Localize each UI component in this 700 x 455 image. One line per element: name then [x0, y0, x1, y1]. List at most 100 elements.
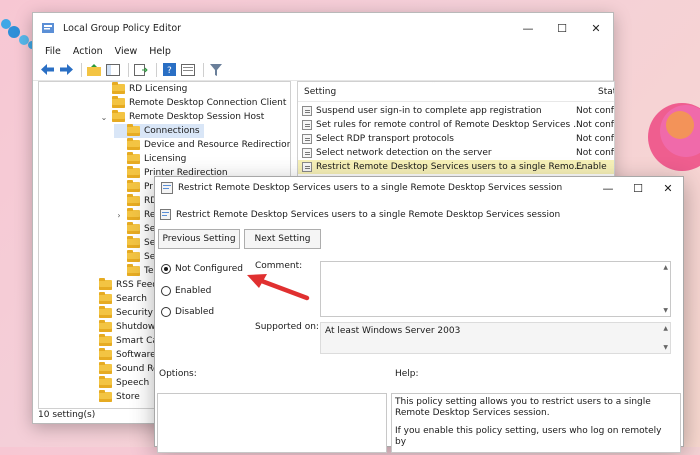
- folder-icon: [99, 348, 112, 360]
- folder-icon: [127, 250, 140, 262]
- column-header-setting[interactable]: Setting: [304, 87, 336, 97]
- menubar: File Action View Help: [33, 43, 613, 59]
- minimize-button[interactable]: —: [511, 13, 545, 43]
- folder-icon: [127, 180, 140, 192]
- list-row[interactable]: Select RDP transport protocols Not confi: [298, 132, 614, 146]
- menu-view[interactable]: View: [109, 46, 144, 57]
- forward-arrow-icon[interactable]: [58, 62, 74, 78]
- window-title: Local Group Policy Editor: [63, 22, 182, 34]
- tree-item-rd-licensing[interactable]: RD Licensing: [99, 82, 187, 96]
- tree-item-speech[interactable]: Speech: [86, 376, 149, 390]
- watermark-text: TheWindowsClub: [177, 422, 272, 435]
- export-list-icon[interactable]: [133, 62, 149, 78]
- list-row[interactable]: Set rules for remote control of Remote D…: [298, 118, 614, 132]
- column-header-state[interactable]: State: [598, 87, 614, 97]
- folder-icon: [99, 390, 112, 402]
- toolbar: ?: [33, 59, 613, 81]
- dialog-close-button[interactable]: ✕: [653, 177, 683, 199]
- show-tree-icon[interactable]: [105, 62, 121, 78]
- policy-header-icon: [160, 209, 171, 220]
- previous-setting-button[interactable]: Previous Setting: [158, 229, 240, 249]
- menu-file[interactable]: File: [39, 46, 67, 57]
- chevron-down-icon[interactable]: ⌄: [99, 113, 109, 122]
- tree-item-connections[interactable]: Connections: [114, 124, 204, 138]
- radio-enabled[interactable]: Enabled: [161, 286, 211, 296]
- tree-item-rd[interactable]: RD: [114, 194, 157, 208]
- radio-disabled[interactable]: Disabled: [161, 307, 214, 317]
- titlebar: Local Group Policy Editor — ☐ ✕: [33, 13, 613, 43]
- tree-item-rd-session-host[interactable]: ⌄ Remote Desktop Session Host: [99, 110, 264, 124]
- policy-setting-icon: [302, 134, 312, 144]
- list-header: ⌃ Setting State: [298, 82, 614, 102]
- help-icon[interactable]: ?: [161, 62, 177, 78]
- up-folder-icon[interactable]: [86, 62, 102, 78]
- radio-not-configured[interactable]: Not Configured: [161, 264, 243, 274]
- maximize-button[interactable]: ☐: [545, 13, 579, 43]
- help-text: This policy setting allows you to restri…: [395, 397, 665, 455]
- watermark-logo-icon: [160, 423, 173, 434]
- scroll-down-icon[interactable]: ▼: [663, 307, 668, 314]
- tree-item-se-2[interactable]: Se: [114, 236, 155, 250]
- tree-item-device-resource-redirection[interactable]: Device and Resource Redirection: [114, 138, 290, 152]
- folder-icon: [127, 152, 140, 164]
- tree-item-te[interactable]: Te: [114, 264, 154, 278]
- chevron-right-icon[interactable]: ›: [114, 211, 124, 220]
- tree-item-re[interactable]: › Re: [114, 208, 155, 222]
- dialog-minimize-button[interactable]: —: [593, 177, 623, 199]
- supported-on-box: At least Windows Server 2003 ▲ ▼: [320, 322, 671, 354]
- policy-setting-icon: [302, 120, 312, 130]
- dialog-header: Restrict Remote Desktop Services users t…: [160, 209, 560, 220]
- tree-item-store[interactable]: Store: [86, 390, 140, 404]
- status-text: 10 setting(s): [38, 410, 96, 420]
- policy-setting-icon: [302, 106, 312, 116]
- list-row[interactable]: Suspend user sign-in to complete app reg…: [298, 104, 614, 118]
- close-button[interactable]: ✕: [579, 13, 613, 43]
- comment-textbox[interactable]: ▲ ▼: [320, 261, 671, 317]
- dialog-titlebar: Restrict Remote Desktop Services users t…: [155, 177, 683, 199]
- filter-icon[interactable]: [208, 62, 224, 78]
- tree-item-pr[interactable]: Pr: [114, 180, 153, 194]
- scroll-up-icon[interactable]: ▲: [663, 325, 668, 332]
- tree-item-se-3[interactable]: Se: [114, 250, 155, 264]
- list-row-selected[interactable]: Restrict Remote Desktop Services users t…: [298, 160, 614, 174]
- folder-icon: [127, 222, 140, 234]
- tree-item-rd-connection-client[interactable]: Remote Desktop Connection Client: [99, 96, 286, 110]
- folder-icon: [127, 208, 140, 220]
- policy-setting-icon: [302, 148, 312, 158]
- help-paragraph: If you enable this policy setting, users…: [395, 426, 662, 447]
- next-setting-button[interactable]: Next Setting: [244, 229, 321, 249]
- properties-icon[interactable]: [180, 62, 196, 78]
- comment-label: Comment:: [255, 261, 303, 271]
- back-arrow-icon[interactable]: [39, 62, 55, 78]
- sort-caret-icon: ⌃: [430, 81, 437, 88]
- tree-item-licensing[interactable]: Licensing: [114, 152, 186, 166]
- dialog-maximize-button[interactable]: ☐: [623, 177, 653, 199]
- gpedit-app-icon: [42, 23, 54, 33]
- scroll-up-icon[interactable]: ▲: [663, 264, 668, 271]
- dialog-header-text: Restrict Remote Desktop Services users t…: [176, 209, 561, 220]
- dialog-title: Restrict Remote Desktop Services users t…: [178, 183, 563, 193]
- radio-circle-icon: [161, 264, 171, 274]
- folder-icon: [99, 278, 112, 290]
- supported-on-value: At least Windows Server 2003: [325, 326, 461, 336]
- tree-item-se-1[interactable]: Se: [114, 222, 155, 236]
- list-row[interactable]: Select network detection on the server N…: [298, 146, 614, 160]
- folder-icon: [127, 236, 140, 248]
- folder-icon: [99, 306, 112, 318]
- menu-help[interactable]: Help: [143, 46, 177, 57]
- folder-icon: [127, 264, 140, 276]
- tree-item-search[interactable]: Search: [86, 292, 147, 306]
- policy-setting-icon: [302, 162, 312, 172]
- tree-item-rss-feeds[interactable]: RSS Feeds: [86, 278, 163, 292]
- scroll-down-icon[interactable]: ▼: [663, 344, 668, 351]
- folder-icon: [99, 334, 112, 346]
- folder-icon: [127, 166, 140, 178]
- tree-item-sound-recorder[interactable]: Sound Rec: [86, 362, 164, 376]
- folder-icon: [99, 292, 112, 304]
- menu-action[interactable]: Action: [67, 46, 109, 57]
- help-label: Help:: [395, 369, 419, 379]
- policy-window-icon: [161, 182, 173, 194]
- options-label: Options:: [159, 369, 197, 379]
- policy-setting-dialog: Restrict Remote Desktop Services users t…: [154, 176, 684, 453]
- folder-icon: [99, 320, 112, 332]
